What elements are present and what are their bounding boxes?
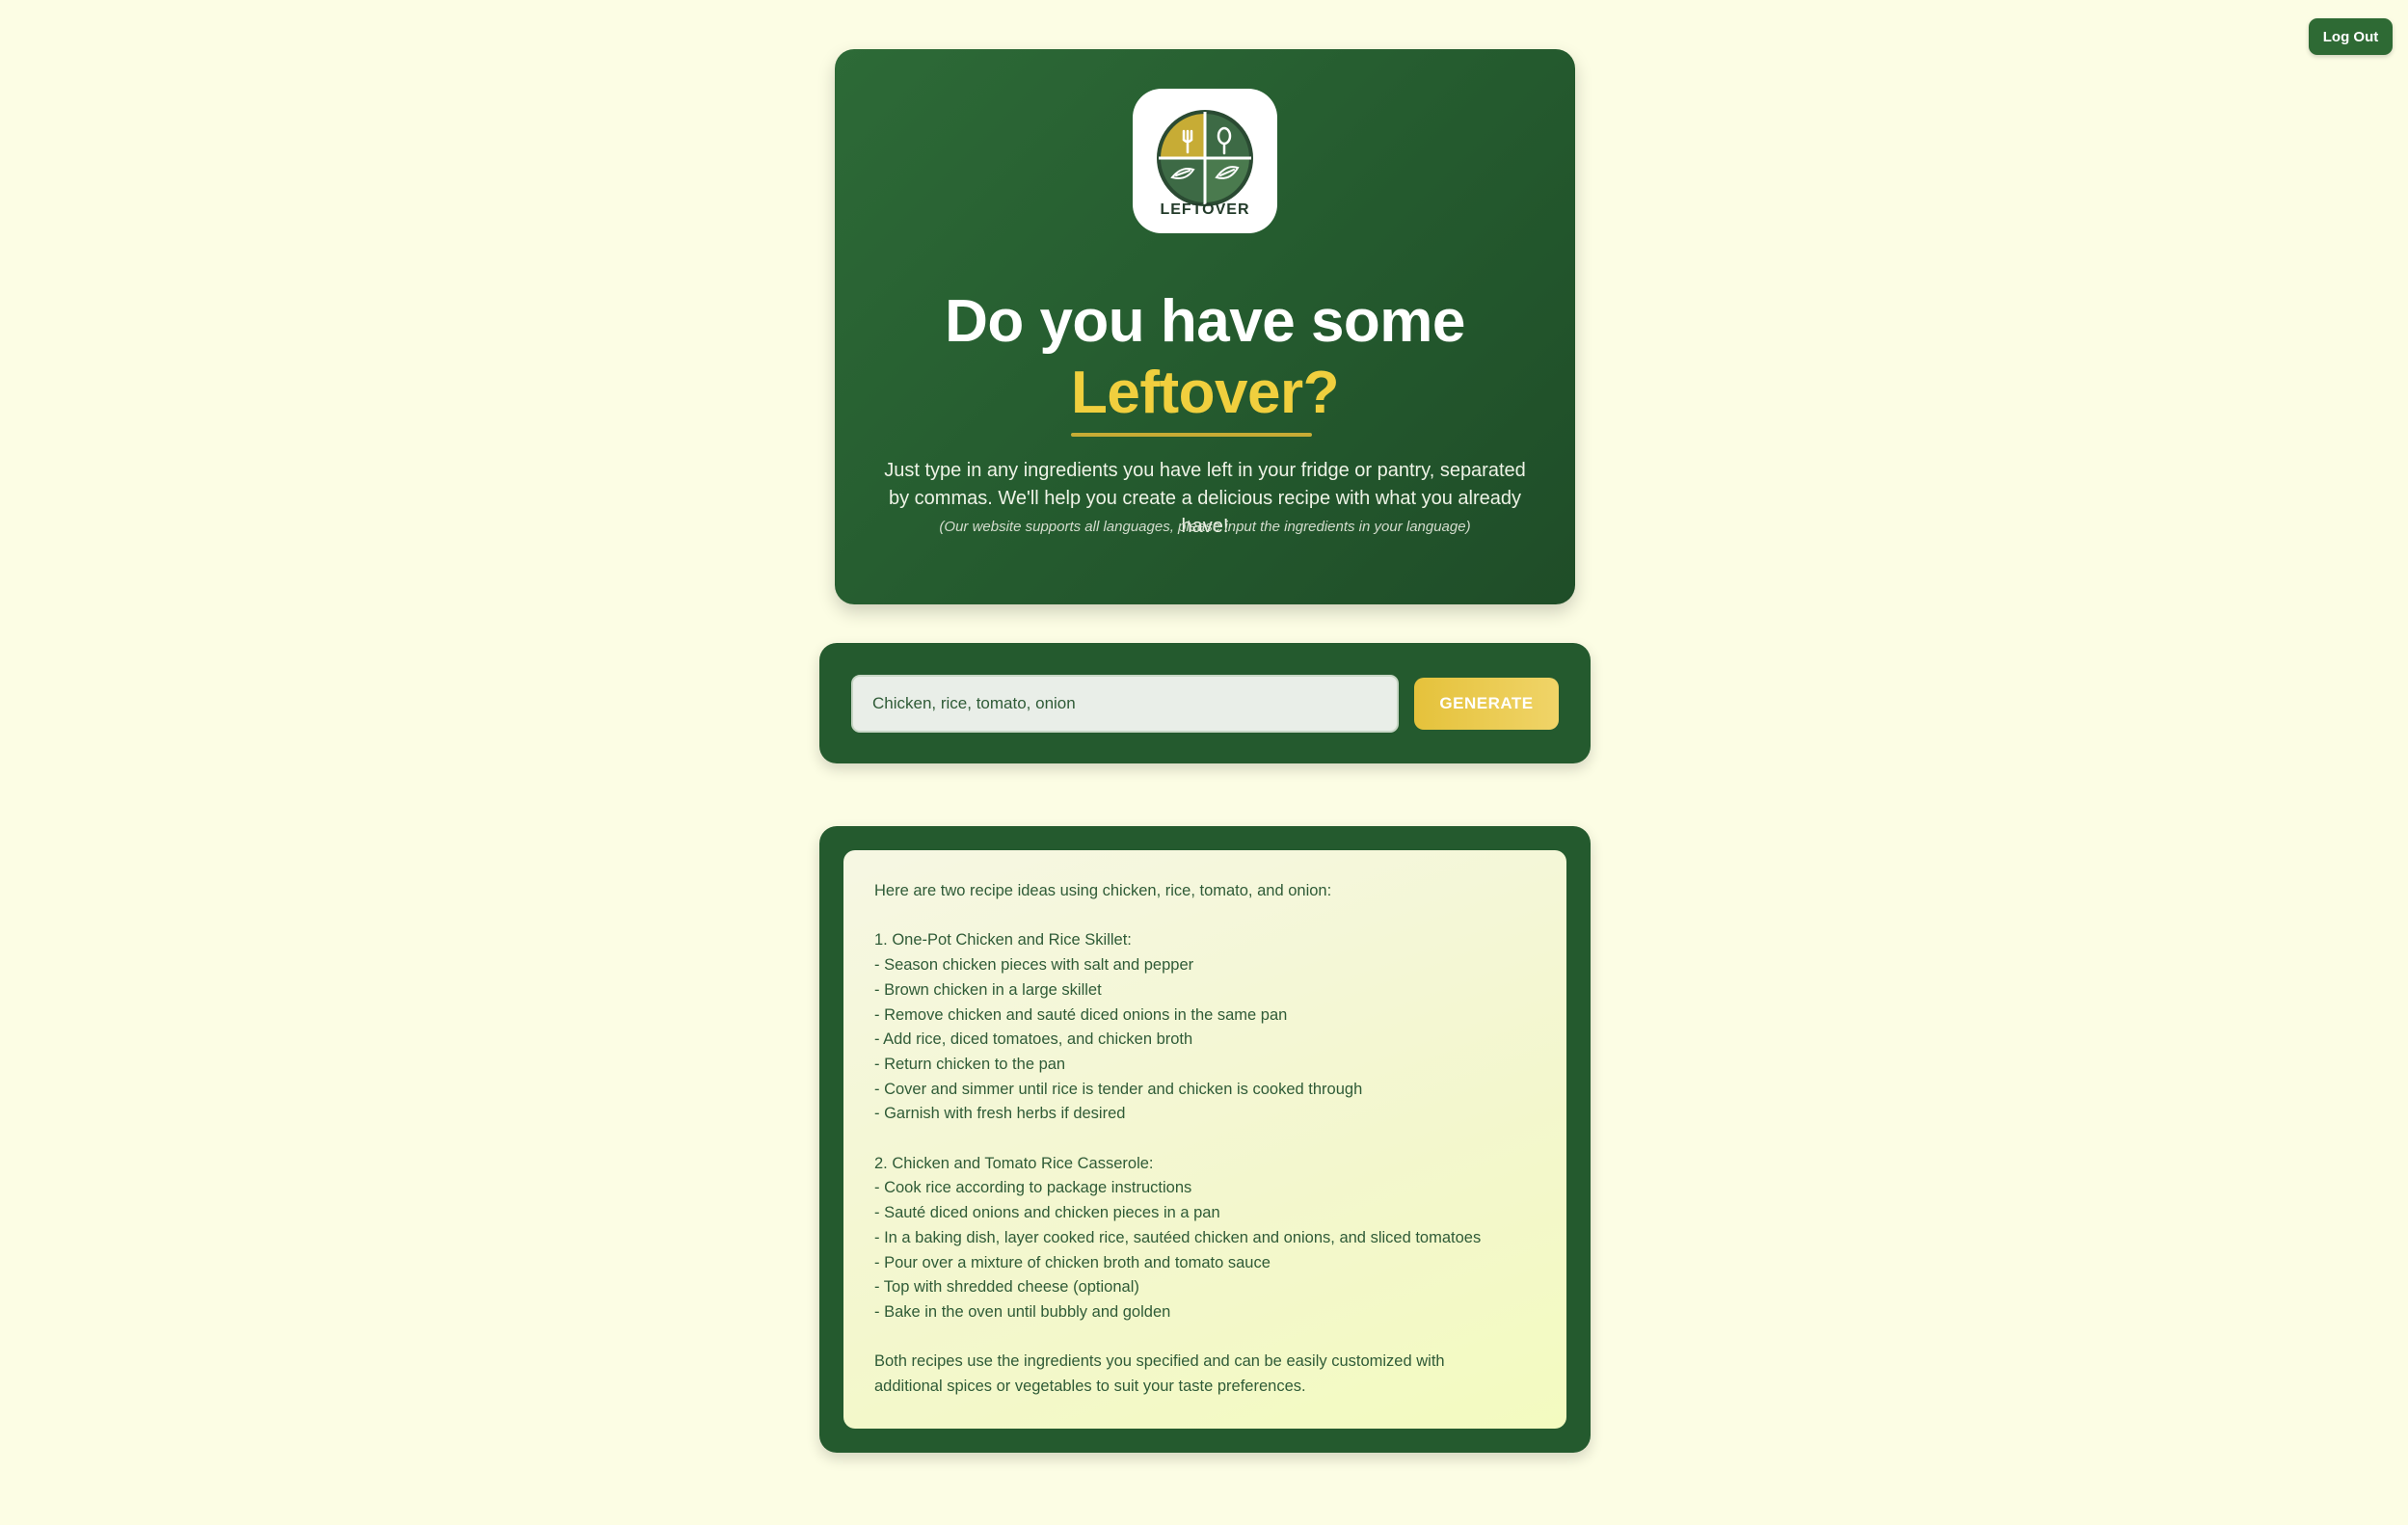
result-line: additional spices or vegetables to suit …	[874, 1378, 1306, 1396]
result-line	[874, 1325, 1536, 1351]
logout-button[interactable]: Log Out	[2309, 18, 2393, 55]
result-line: - Season chicken pieces with salt and pe…	[874, 956, 1194, 975]
result-line: - In a baking dish, layer cooked rice, s…	[874, 1228, 1482, 1246]
result-line	[874, 1127, 1536, 1152]
hero-title-highlight: Leftover?	[835, 363, 1575, 425]
ingredient-form: GENERATE	[819, 643, 1591, 763]
language-note: (Our website supports all languages, ple…	[939, 519, 1471, 535]
result-line: - Sauté diced onions and chicken pieces …	[874, 1204, 1220, 1222]
result-line: Here are two recipe ideas using chicken,…	[874, 882, 1332, 899]
result-line: - Top with shredded cheese (optional)	[874, 1278, 1139, 1297]
hero-card: LEFTOVER Do you have some Leftover? Just…	[835, 49, 1575, 604]
result-line: - Brown chicken in a large skillet	[874, 980, 1102, 999]
result-line: - Add rice, diced tomatoes, and chicken …	[874, 1030, 1193, 1049]
page: Log Out LEFTOVER Do you have some Leftov…	[0, 0, 2408, 1525]
title-underline	[1071, 433, 1312, 437]
result-line: - Pour over a mixture of chicken broth a…	[874, 1253, 1271, 1271]
result-line: - Cook rice according to package instruc…	[874, 1179, 1192, 1197]
result-line: 1. One-Pot Chicken and Rice Skillet:	[874, 931, 1132, 950]
recipe-result-text: Here are two recipe ideas using chicken,…	[843, 850, 1566, 1429]
generate-button[interactable]: GENERATE	[1414, 678, 1559, 730]
result-line: - Bake in the oven until bubbly and gold…	[874, 1302, 1171, 1321]
recipe-result-card: Here are two recipe ideas using chicken,…	[819, 826, 1591, 1453]
logo: LEFTOVER	[1133, 89, 1277, 233]
logo-text: LEFTOVER	[1160, 201, 1250, 218]
leftover-logo-icon	[1157, 110, 1253, 206]
result-line: - Garnish with fresh herbs if desired	[874, 1105, 1126, 1123]
hero-title: Do you have some	[945, 288, 1465, 355]
result-line: - Cover and simmer until rice is tender …	[874, 1080, 1363, 1098]
hero-title-highlight-text: Leftover?	[1071, 360, 1339, 426]
result-line: Both recipes use the ingredients you spe…	[874, 1352, 1445, 1371]
result-line: - Return chicken to the pan	[874, 1055, 1066, 1073]
ingredient-input[interactable]	[851, 675, 1399, 733]
result-line: - Remove chicken and sauté diced onions …	[874, 1005, 1288, 1024]
result-line: 2. Chicken and Tomato Rice Casserole:	[874, 1154, 1154, 1172]
result-line	[874, 904, 1536, 929]
